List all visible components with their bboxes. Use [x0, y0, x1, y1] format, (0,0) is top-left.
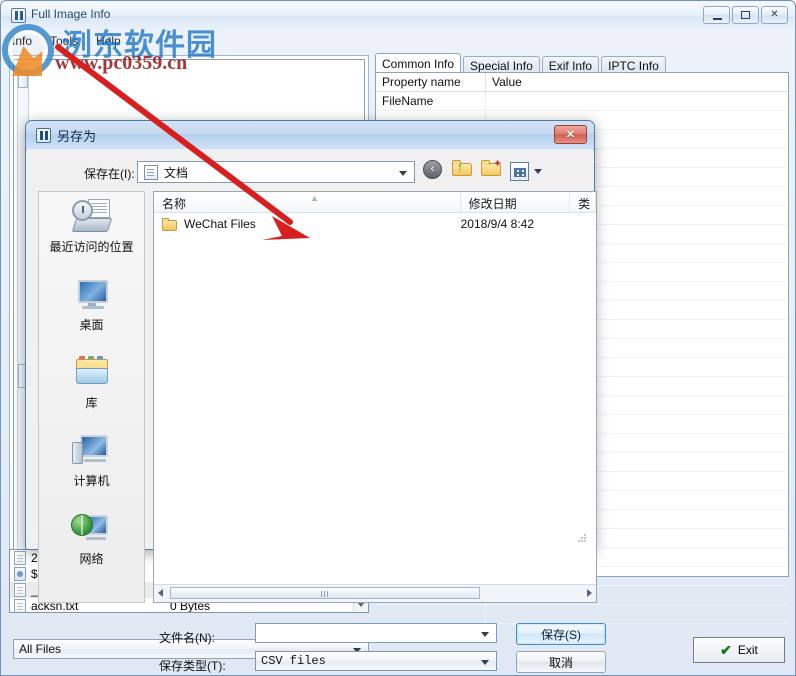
log-file-icon [14, 583, 26, 597]
back-arrow-icon: ‹ [423, 160, 442, 179]
file-browser-header: 名称 修改日期 类 ▲ [154, 192, 596, 213]
green-check-icon: ✔ [720, 642, 732, 658]
tab-special-info[interactable]: Special Info [463, 56, 540, 73]
folder-up-icon: ↑ [452, 160, 472, 177]
computer-icon [70, 432, 114, 472]
look-in-value: 文档 [164, 165, 189, 180]
menu-help[interactable]: Help [87, 32, 130, 50]
tab-iptc-info[interactable]: IPTC Info [601, 56, 666, 73]
tab-exif-info[interactable]: Exif Info [541, 56, 600, 73]
filename-input[interactable] [255, 623, 497, 643]
place-computer[interactable]: 计算机 [39, 426, 144, 504]
hscroll-thumb[interactable] [170, 587, 480, 599]
up-one-level-button[interactable]: ↑ [452, 160, 474, 182]
menubar: Info Tools Help [3, 31, 130, 51]
views-button[interactable] [510, 161, 529, 181]
look-in-label: 保存在(I): [84, 167, 135, 181]
property-grid-row[interactable] [376, 605, 788, 624]
places-bar: 最近访问的位置 桌面 库 计算机 网络 [38, 191, 145, 603]
place-network[interactable]: 网络 [39, 504, 144, 582]
dialog-body: 保存在(I): 文档 ‹ ↑ ✦ 最近访问的位置 桌面 库 计算机 网络 名称 … [27, 149, 606, 673]
menu-info[interactable]: Info [3, 32, 41, 50]
dialog-toolbar: ‹ ↑ ✦ [423, 159, 542, 182]
chevron-down-icon [399, 171, 407, 176]
scroll-right-icon[interactable] [587, 589, 592, 597]
column-property-name: Property name [376, 73, 486, 91]
file-browser[interactable]: 名称 修改日期 类 ▲ WeChat Files 2018/9/4 8:42 [153, 191, 597, 603]
property-grid-header: Property name Value [376, 73, 788, 92]
maximize-button[interactable] [732, 6, 759, 24]
main-titlebar: Full Image Info ✕ [2, 2, 794, 30]
new-folder-icon: ✦ [481, 159, 502, 177]
dialog-close-button[interactable]: ✕ [554, 125, 587, 144]
txt-file-icon [14, 599, 26, 612]
tab-common-info[interactable]: Common Info [375, 53, 462, 73]
chevron-down-icon[interactable] [534, 168, 542, 174]
network-icon [70, 510, 114, 550]
place-desktop[interactable]: 桌面 [39, 270, 144, 348]
property-name: FileName [376, 92, 486, 110]
folder-icon [162, 217, 177, 231]
save-button[interactable]: 保存(S) [516, 623, 606, 645]
column-value: Value [492, 75, 522, 89]
column-type[interactable]: 类 [570, 192, 596, 212]
window-title: Full Image Info [31, 7, 111, 21]
exit-button-label: Exit [737, 643, 758, 657]
documents-icon [144, 164, 158, 180]
place-label: 桌面 [79, 318, 104, 332]
look-in-combo[interactable]: 文档 [137, 161, 415, 183]
close-button[interactable]: ✕ [761, 6, 788, 24]
filetype-label: 保存类型(T): [159, 659, 226, 673]
dialog-titlebar: 另存为 ✕ [26, 121, 594, 150]
tree-scroll-thumb-top[interactable] [18, 64, 28, 88]
exit-button[interactable]: ✔ Exit [693, 637, 785, 663]
file-entry-name: WeChat Files [184, 217, 256, 231]
filetype-combo[interactable]: CSV files [255, 651, 497, 671]
property-value [486, 92, 788, 110]
file-filter-value: All Files [19, 642, 62, 656]
column-name[interactable]: 名称 [154, 192, 461, 212]
chevron-down-icon[interactable] [481, 632, 489, 637]
place-libraries[interactable]: 库 [39, 348, 144, 426]
scroll-left-icon[interactable] [158, 589, 163, 597]
place-label: 库 [85, 396, 98, 410]
minimize-button[interactable] [703, 6, 730, 24]
screen: Full Image Info ✕ Info Tools Help acksn.… [0, 0, 796, 676]
window-controls: ✕ [703, 6, 788, 24]
back-button[interactable]: ‹ [423, 160, 445, 182]
filename-label: 文件名(N): [159, 631, 215, 645]
save-as-dialog: 另存为 ✕ 保存在(I): 文档 ‹ ↑ ✦ 最近访问的位置 桌面 库 计算机 … [25, 120, 606, 673]
file-browser-row[interactable]: WeChat Files 2018/9/4 8:42 [154, 213, 596, 235]
sort-ascending-icon: ▲ [310, 193, 319, 203]
chevron-down-icon [481, 660, 489, 665]
place-recent[interactable]: 最近访问的位置 [39, 192, 144, 270]
resize-grip[interactable] [578, 534, 588, 544]
column-modified[interactable]: 修改日期 [461, 192, 571, 212]
property-grid-row[interactable]: FileName [376, 92, 788, 111]
place-label: 最近访问的位置 [49, 240, 134, 254]
cancel-button[interactable]: 取消 [516, 651, 606, 673]
new-folder-button[interactable]: ✦ [481, 159, 503, 182]
app-icon [11, 8, 26, 23]
log-file-icon [14, 551, 26, 565]
place-label: 网络 [79, 552, 104, 566]
app-icon [36, 128, 51, 143]
desktop-icon [70, 276, 114, 316]
dialog-title: 另存为 [57, 129, 97, 144]
file-entry-modified: 2018/9/4 8:42 [460, 217, 535, 231]
file-browser-hscrollbar[interactable] [154, 584, 596, 602]
place-label: 计算机 [73, 474, 110, 488]
recent-places-icon [70, 198, 114, 238]
filetype-value: CSV files [261, 654, 326, 668]
library-icon [70, 354, 114, 394]
bat-file-icon [14, 567, 26, 581]
menu-tools[interactable]: Tools [41, 32, 87, 50]
tab-bar: Common Info Special Info Exif Info IPTC … [375, 53, 668, 73]
